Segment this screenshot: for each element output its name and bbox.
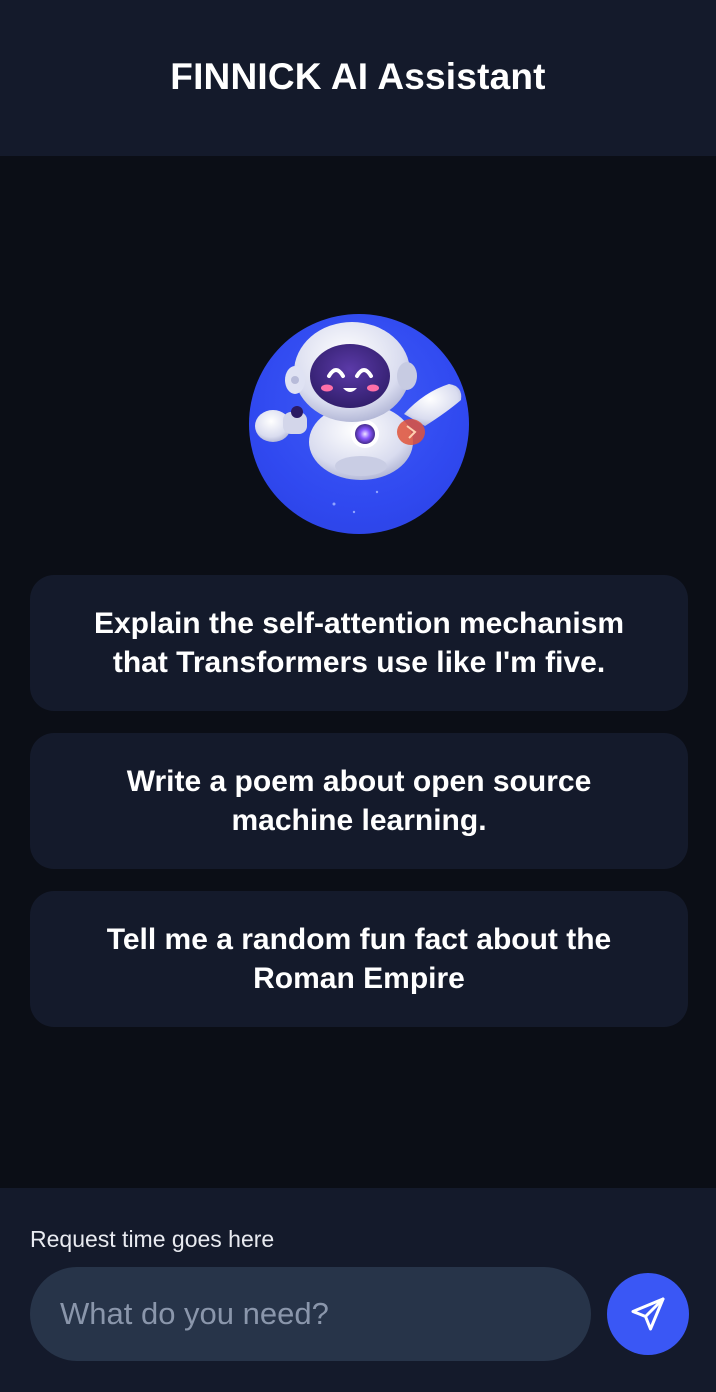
request-time-label: Request time goes here — [30, 1226, 275, 1252]
prompt-text: Tell me a random fun fact about the Roma… — [106, 923, 612, 995]
send-icon — [631, 1297, 665, 1331]
assistant-avatar — [249, 314, 469, 534]
prompt-text: Write a poem about open source machine l… — [126, 765, 592, 837]
send-button[interactable] — [607, 1273, 689, 1355]
prompt-card-poem[interactable]: Write a poem about open source machine l… — [30, 733, 688, 869]
page-title: FINNICK AI Assistant — [170, 56, 546, 97]
chat-footer: Request time goes here — [0, 1188, 716, 1392]
prompt-text: Explain the self-attention mechanism tha… — [93, 607, 625, 679]
robot-mascot-icon — [255, 322, 462, 514]
message-input[interactable] — [30, 1267, 591, 1361]
app-header: FINNICK AI Assistant — [0, 0, 716, 156]
prompt-card-self-attention[interactable]: Explain the self-attention mechanism tha… — [30, 575, 688, 711]
prompt-card-roman-fact[interactable]: Tell me a random fun fact about the Roma… — [30, 891, 688, 1027]
